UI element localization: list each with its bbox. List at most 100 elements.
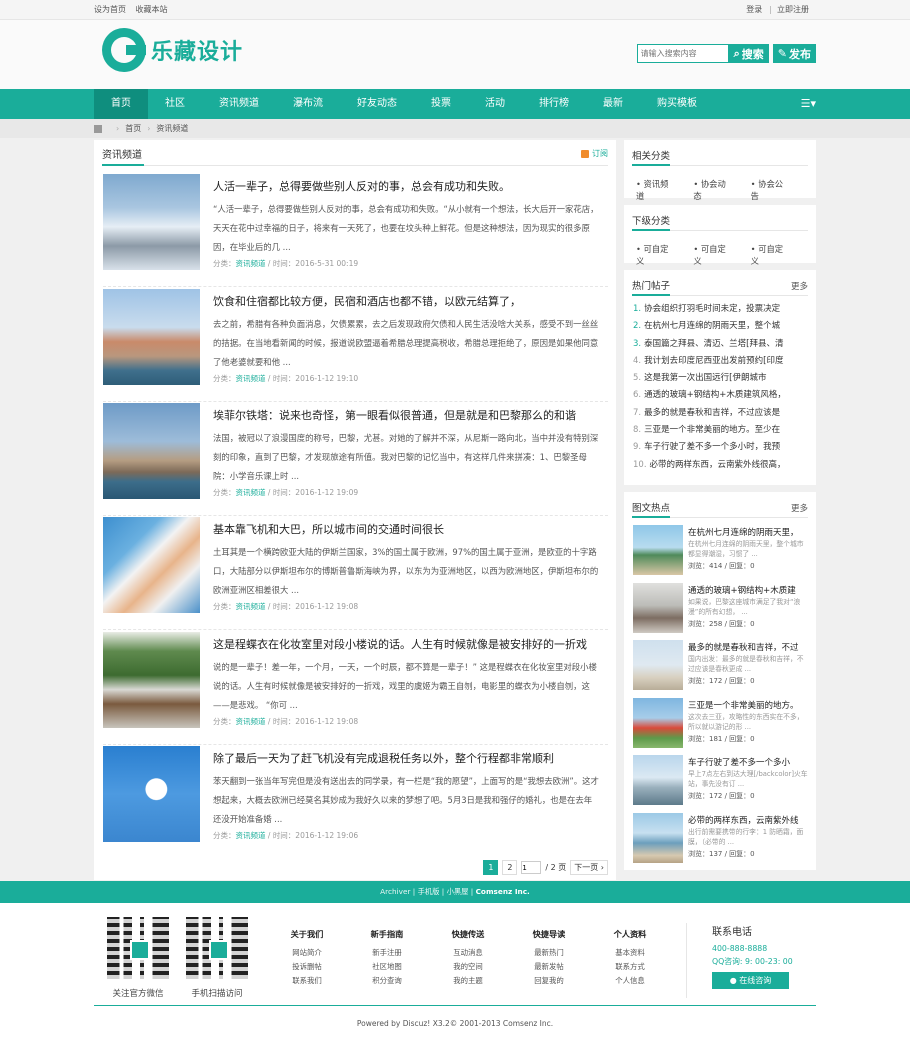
footer-link[interactable]: 回复我的 <box>519 974 579 988</box>
footer-link[interactable]: 最新发帖 <box>519 960 579 974</box>
online-consult-button[interactable]: ● 在线咨询 <box>712 972 789 989</box>
category-link[interactable]: • 可自定义 <box>693 243 733 267</box>
subscribe-link[interactable]: 订阅 <box>581 148 608 159</box>
nav-item-buy-template[interactable]: 购买模板 <box>640 89 714 119</box>
nav-item-waterfall[interactable]: 瀑布流 <box>276 89 340 119</box>
article-category[interactable]: 资讯频道 <box>236 831 266 840</box>
article-summary: 说的是一辈子！差一年，一个月，一天，一个时辰，都不算是一辈子！” 这是程蝶衣在化… <box>213 662 597 710</box>
menu-icon[interactable]: ☰▾ <box>801 89 816 119</box>
nav-item-friends[interactable]: 好友动态 <box>340 89 414 119</box>
search-input[interactable] <box>636 44 729 63</box>
article-image[interactable] <box>103 517 200 613</box>
footer-link[interactable]: 最新热门 <box>519 946 579 960</box>
nav-item-activity[interactable]: 活动 <box>468 89 522 119</box>
footer-link[interactable]: 联系方式 <box>600 960 660 974</box>
nav-item-vote[interactable]: 投票 <box>414 89 468 119</box>
category-link[interactable]: • 协会公告 <box>751 178 791 202</box>
article-title[interactable]: 除了最后一天为了赶飞机没有完成退税任务以外，整个行程都非常顺利 <box>213 750 600 766</box>
footer-link[interactable]: 新手注册 <box>357 946 417 960</box>
article-title[interactable]: 人活一辈子，总得要做些别人反对的事，总会有成功和失败。 <box>213 178 600 194</box>
pagination: 1 2 / 2 页 下一页 › <box>483 860 608 875</box>
footer-link[interactable]: 我的空间 <box>438 960 498 974</box>
article-category[interactable]: 资讯频道 <box>236 488 266 497</box>
comsenz-link[interactable]: Comsenz Inc. <box>476 887 530 896</box>
hot-post-item[interactable]: 4. 我计划去印度尼西亚出发前预约[印度 <box>633 354 808 371</box>
nav-item-community[interactable]: 社区 <box>148 89 202 119</box>
category-link[interactable]: • 协会动态 <box>693 178 733 202</box>
hot-post-item[interactable]: 2. 在杭州七月连绵的阴雨天里，整个城 <box>633 319 808 336</box>
article-image[interactable] <box>103 403 200 499</box>
article-title[interactable]: 埃菲尔铁塔：说来也奇怪，第一眼看似很普通，但是就是和巴黎那么的和谐 <box>213 407 600 423</box>
category-link[interactable]: • 可自定义 <box>751 243 791 267</box>
article-title[interactable]: 这是程蝶衣在化妆室里对段小楼说的话。人生有时候就像是被安排好的一折戏 <box>213 636 600 652</box>
next-page-button[interactable]: 下一页 › <box>570 860 608 875</box>
category-link[interactable]: • 可自定义 <box>636 243 676 267</box>
register-link[interactable]: 立即注册 <box>777 5 809 14</box>
photo-thumbnail[interactable] <box>633 640 683 690</box>
mobile-link[interactable]: 手机版 <box>418 887 440 896</box>
page-2-button[interactable]: 2 <box>502 860 518 875</box>
article-image[interactable] <box>103 632 200 728</box>
footer-link[interactable]: 投诉删帖 <box>277 960 337 974</box>
breadcrumb-home[interactable]: 首页 <box>125 123 141 134</box>
hot-post-item[interactable]: 8. 三亚是一个非常美丽的地方。至少在 <box>633 423 808 440</box>
article-title[interactable]: 基本靠飞机和大巴，所以城市间的交通时间很长 <box>213 521 600 537</box>
footer-link[interactable]: 联系我们 <box>277 974 337 988</box>
photo-thumbnail[interactable] <box>633 812 683 863</box>
photo-thumbnail[interactable] <box>633 697 683 748</box>
article-category[interactable]: 资讯频道 <box>236 717 266 726</box>
home-icon[interactable] <box>94 124 102 133</box>
page-jump-input[interactable] <box>521 861 542 874</box>
footer-column: 关于我们 网站简介 投诉删帖 联系我们 <box>277 928 337 988</box>
article-image[interactable] <box>103 746 200 842</box>
breadcrumb-current[interactable]: 资讯频道 <box>156 123 188 134</box>
page-1-button[interactable]: 1 <box>483 860 499 875</box>
photo-thumbnail[interactable] <box>633 582 683 633</box>
set-homepage-link[interactable]: 设为首页 <box>94 5 126 14</box>
hot-post-item[interactable]: 3. 泰国篇之拜县、清迈、兰塔[拜县、清 <box>633 337 808 354</box>
article-image[interactable] <box>103 289 200 385</box>
site-logo[interactable]: 乐藏设计 <box>102 28 243 72</box>
footer-link[interactable]: 我的主题 <box>438 974 498 988</box>
photo-item[interactable]: 必带的两样东西，云南紫外线 出行前需要携带的行李：1 防晒霜，面膜，（必带的 .… <box>633 812 808 870</box>
article-category[interactable]: 资讯频道 <box>236 602 266 611</box>
blackroom-link[interactable]: 小黑屋 <box>447 887 469 896</box>
footer-link[interactable]: 网站简介 <box>277 946 337 960</box>
login-link[interactable]: 登录 <box>746 5 762 14</box>
search-button[interactable]: ⌕ 搜索 <box>728 44 769 63</box>
footer-link[interactable]: 互动消息 <box>438 946 498 960</box>
article-category[interactable]: 资讯频道 <box>236 374 266 383</box>
more-link[interactable]: 更多 <box>791 280 808 292</box>
footer-link[interactable]: 积分查询 <box>357 974 417 988</box>
photo-item[interactable]: 通透的玻璃+钢结构+木质建 如果说，巴黎这座城市满足了我对“浪漫”的所有幻想， … <box>633 582 808 640</box>
photo-item[interactable]: 在杭州七月连绵的阴雨天里， 在杭州七月连绵的阴雨天里，整个城市都显得潮湿，习惯了… <box>633 524 808 582</box>
article-image[interactable] <box>103 174 200 270</box>
archiver-link[interactable]: Archiver <box>380 887 410 896</box>
article-category[interactable]: 资讯频道 <box>236 259 266 268</box>
article-title[interactable]: 饮食和住宿都比较方便，民宿和酒店也都不错，以欧元结算了， <box>213 293 600 309</box>
mobile-qr: 手机扫描访问 <box>184 917 250 999</box>
hot-post-item[interactable]: 10. 必带的两样东西，云南紫外线很高， <box>633 458 808 475</box>
nav-item-ranking[interactable]: 排行榜 <box>522 89 586 119</box>
hot-post-item[interactable]: 7. 最多的就是春秋和吉祥，不过应该是 <box>633 406 808 423</box>
footer-link[interactable]: 社区地图 <box>357 960 417 974</box>
footer-link[interactable]: 基本资料 <box>600 946 660 960</box>
more-link[interactable]: 更多 <box>791 502 808 514</box>
category-link[interactable]: • 资讯频道 <box>636 178 676 202</box>
photo-item[interactable]: 最多的就是春秋和吉祥，不过 国内出发：最多的就是春秋和吉祥，不过应该是春秋更成 … <box>633 639 808 697</box>
qr-code-icon <box>186 917 248 979</box>
hot-post-item[interactable]: 6. 通透的玻璃+钢结构+木质建筑风格， <box>633 388 808 405</box>
photo-item[interactable]: 车子行驶了差不多一个多小 早上7点左右到达大理[/backcolor]火车站，事… <box>633 754 808 812</box>
bookmark-link[interactable]: 收藏本站 <box>136 5 168 14</box>
photo-item[interactable]: 三亚是一个非常美丽的地方。 这次去三亚，攻略性的东西实在不多，所以就以游记的形 … <box>633 697 808 755</box>
hot-post-item[interactable]: 9. 车子行驶了差不多一个多小时，我预 <box>633 440 808 457</box>
hot-post-item[interactable]: 5. 这是我第一次出国远行[伊朗城市 <box>633 371 808 388</box>
nav-item-home[interactable]: 首页 <box>94 89 148 119</box>
footer-link[interactable]: 个人信息 <box>600 974 660 988</box>
photo-thumbnail[interactable] <box>633 755 683 805</box>
hot-post-item[interactable]: 1. 协会组织打羽毛时间未定，投票决定 <box>633 302 808 319</box>
nav-item-news[interactable]: 资讯频道 <box>202 89 276 119</box>
photo-thumbnail[interactable] <box>633 525 683 575</box>
post-button[interactable]: ✎ 发布 <box>772 44 816 63</box>
nav-item-latest[interactable]: 最新 <box>586 89 640 119</box>
